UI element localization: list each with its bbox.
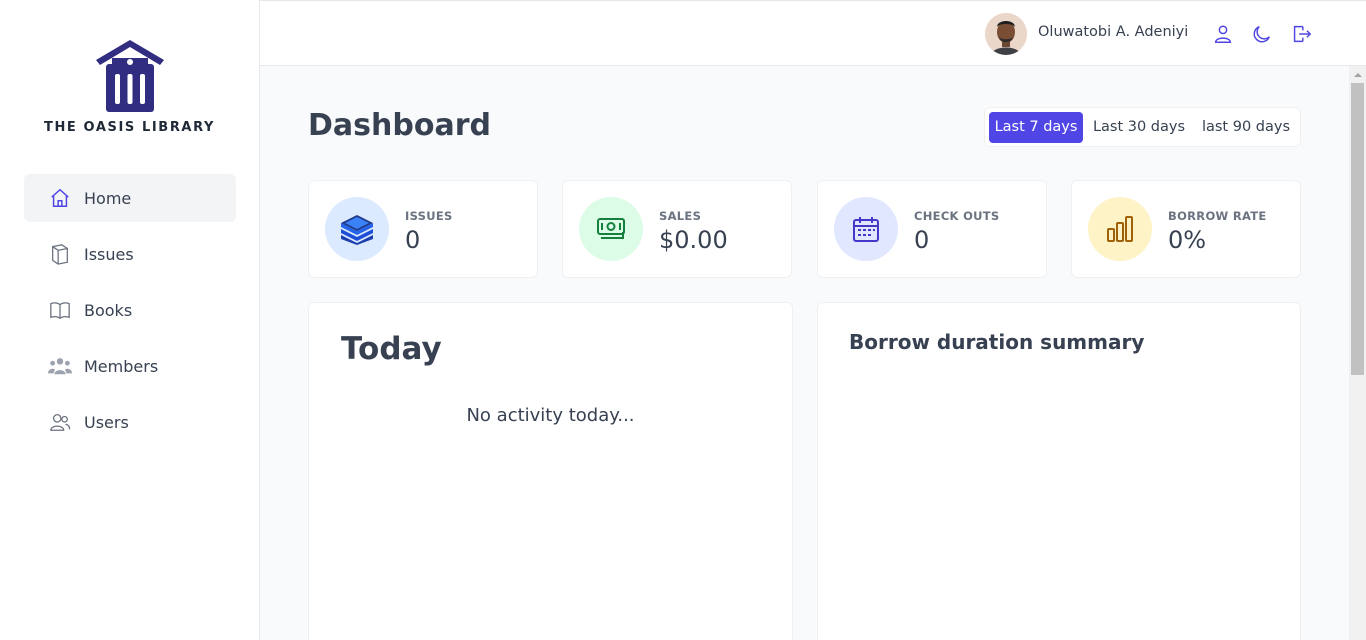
sidebar-item-home[interactable]: Home [24,174,236,222]
members-icon [48,354,72,378]
stat-value: 0% [1168,226,1207,254]
sidebar-item-books[interactable]: Books [24,286,236,334]
stat-value: 0 [405,226,421,254]
stat-value: 0 [914,226,930,254]
library-logo-icon [95,40,164,112]
sidebar-item-issues[interactable]: Issues [24,230,236,278]
stat-label: SALES [659,209,702,223]
cash-icon [579,197,643,261]
scrollbar[interactable] [1349,66,1366,640]
stat-card-sales: SALES $0.00 [562,180,792,278]
today-panel: Today No activity today... [308,302,793,640]
moon-icon[interactable] [1250,22,1274,46]
date-range-selector: Last 7 days Last 30 days last 90 days [984,107,1301,147]
sidebar-item-label: Members [84,356,159,376]
stat-card-issues: ISSUES 0 [308,180,538,278]
sidebar: THE OASIS LIBRARY Home Issues Books Memb… [0,0,260,640]
open-book-icon [48,298,72,322]
books-icon [325,197,389,261]
user-icon[interactable] [1211,22,1235,46]
scroll-thumb[interactable] [1351,83,1364,375]
borrow-duration-title: Borrow duration summary [849,330,1145,354]
avatar[interactable] [985,13,1027,55]
page-title: Dashboard [308,108,491,143]
sidebar-item-members[interactable]: Members [24,342,236,390]
stat-label: ISSUES [405,209,453,223]
logo-text: THE OASIS LIBRARY [43,120,216,135]
sidebar-item-label: Users [84,412,129,432]
borrow-duration-panel: Borrow duration summary [817,302,1301,640]
book-stack-icon [48,242,72,266]
username[interactable]: Oluwatobi A. Adeniyi [1038,24,1188,40]
calendar-icon [834,197,898,261]
sidebar-item-label: Issues [84,244,134,264]
stat-label: BORROW RATE [1168,209,1267,223]
sidebar-item-label: Home [84,188,132,208]
bar-chart-icon [1088,197,1152,261]
topbar: Oluwatobi A. Adeniyi [260,0,1366,66]
scroll-up-arrow-icon[interactable] [1349,66,1366,83]
logo[interactable]: THE OASIS LIBRARY [0,38,259,135]
stat-value: $0.00 [659,226,728,254]
empty-state-text: No activity today... [466,405,635,426]
sidebar-nav: Home Issues Books Members Users [24,174,236,454]
range-last-7-days[interactable]: Last 7 days [989,112,1083,143]
users-icon [48,410,72,434]
home-icon [48,186,72,210]
today-title: Today [341,331,442,367]
stat-card-checkouts: CHECK OUTS 0 [817,180,1047,278]
logout-icon[interactable] [1289,22,1313,46]
range-last-90-days[interactable]: last 90 days [1195,112,1297,143]
stat-card-borrow-rate: BORROW RATE 0% [1071,180,1301,278]
sidebar-item-label: Books [84,300,133,320]
stat-label: CHECK OUTS [914,209,1000,223]
sidebar-item-users[interactable]: Users [24,398,236,446]
range-last-30-days[interactable]: Last 30 days [1087,112,1191,143]
